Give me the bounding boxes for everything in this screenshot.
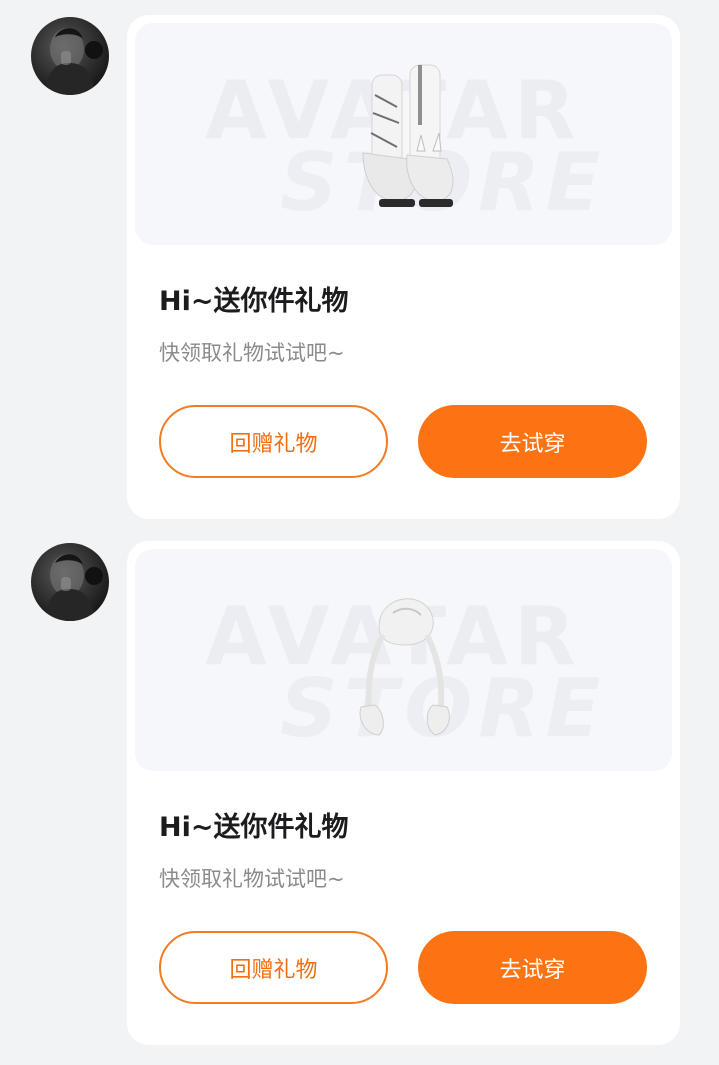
gift-banner: AVATAR STORE: [135, 23, 672, 245]
gift-banner: AVATAR STORE: [135, 549, 672, 771]
try-on-button[interactable]: 去试穿: [418, 405, 647, 478]
gift-subtitle: 快领取礼物试试吧~: [159, 341, 345, 365]
try-on-button[interactable]: 去试穿: [418, 931, 647, 1004]
hair-accessory-icon: [359, 598, 450, 736]
gift-card: AVATAR STORE Hi~送你件礼物 快领取礼物试试吧~ 回赠礼物 去试穿: [127, 541, 680, 1045]
avatar[interactable]: [31, 543, 109, 621]
gift-title: Hi~送你件礼物: [159, 812, 349, 843]
gift-subtitle: 快领取礼物试试吧~: [159, 867, 345, 891]
boots-icon: [362, 64, 454, 207]
gift-title: Hi~送你件礼物: [159, 286, 349, 317]
avatar[interactable]: [31, 17, 109, 95]
return-gift-button[interactable]: 回赠礼物: [159, 405, 388, 478]
return-gift-button[interactable]: 回赠礼物: [159, 931, 388, 1004]
gift-card: AVATAR STORE Hi~送你件礼物 快领取礼物试试吧~ 回赠礼物 去试穿: [127, 15, 680, 519]
